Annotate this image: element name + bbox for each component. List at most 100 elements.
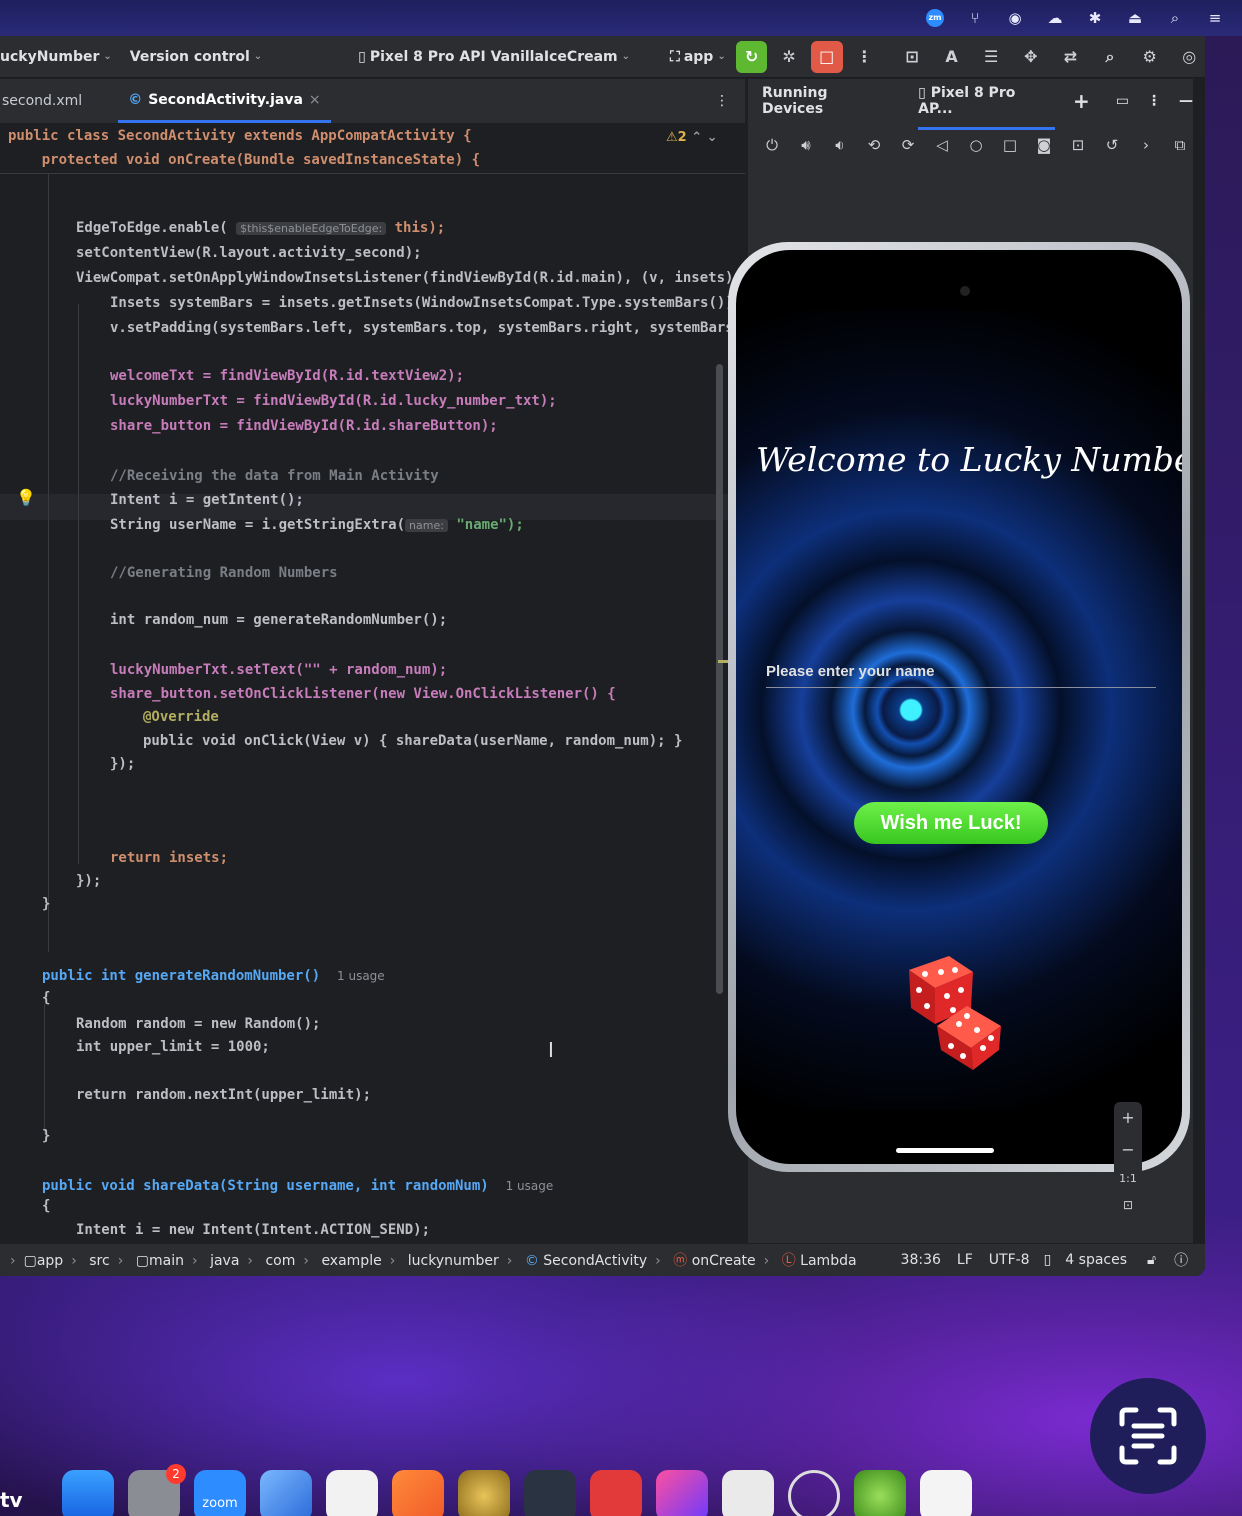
device-manager-button[interactable]: ⊡ — [896, 41, 928, 73]
app-icon[interactable] — [854, 1470, 906, 1516]
device-selector[interactable]: ▯ Pixel 8 Pro API VanillaIceCream ⌄ — [358, 49, 630, 65]
breadcrumb-item[interactable]: app — [37, 1253, 63, 1269]
warning-indicator[interactable]: ⚠2 ⌃ ⌄ — [666, 130, 718, 145]
intellij-icon[interactable] — [656, 1470, 708, 1516]
app-screen[interactable]: Welcome to Lucky Number! Wish me Luck! — [736, 250, 1182, 1164]
zoom-in-button[interactable]: + — [1121, 1108, 1134, 1127]
rerun-button[interactable]: ↻ — [735, 40, 768, 73]
breadcrumb-item[interactable]: SecondActivity — [543, 1253, 647, 1269]
app-icon[interactable] — [920, 1470, 972, 1516]
breadcrumb-item[interactable]: onCreate — [692, 1253, 756, 1269]
zoom-out-button[interactable]: − — [1121, 1140, 1134, 1159]
fit-screen-icon[interactable]: ⊡ — [1123, 1198, 1133, 1212]
account-button[interactable]: ◎ — [1173, 41, 1205, 73]
structure-button[interactable]: ☰ — [975, 41, 1007, 73]
vertical-scrollbar[interactable] — [716, 364, 723, 994]
chevron-up-icon[interactable]: ⌃ — [691, 130, 702, 145]
zoom-icon[interactable]: zm — [926, 9, 944, 27]
record-screen-icon[interactable]: ⊡ — [1068, 136, 1088, 154]
back-icon[interactable]: ◁ — [932, 136, 952, 154]
breadcrumb-item[interactable]: src — [89, 1253, 109, 1269]
app-store-icon[interactable] — [62, 1470, 114, 1516]
info-icon[interactable]: ⓘ — [1174, 1250, 1188, 1270]
sync-button[interactable]: ⇄ — [1055, 41, 1087, 73]
lock-icon[interactable]: 🔓︎ — [1147, 1252, 1156, 1268]
cursor-position[interactable]: 38:36 — [901, 1252, 941, 1268]
rotate-left-icon[interactable]: ⟲ — [864, 136, 884, 154]
record-icon[interactable]: ◉ — [1006, 9, 1024, 27]
volume-up-icon[interactable]: 🔊︎ — [796, 136, 816, 154]
volume-down-icon[interactable]: 🔉︎ — [830, 136, 850, 154]
preview-icon[interactable] — [722, 1470, 774, 1516]
breadcrumb-item[interactable]: Lambda — [800, 1253, 856, 1269]
cloud-icon[interactable]: ☁ — [1046, 9, 1064, 27]
project-selector[interactable]: uckyNumber ⌄ — [0, 49, 112, 65]
system-settings-icon[interactable]: 2 — [128, 1464, 186, 1516]
code-line: v.setPadding(systemBars.left, systemBars… — [110, 320, 734, 336]
add-device-icon[interactable]: + — [1073, 89, 1090, 113]
eject-icon[interactable]: ⏏ — [1126, 9, 1144, 27]
indent-guide — [78, 304, 79, 864]
screenshot-icon[interactable]: ◙ — [1034, 136, 1054, 154]
name-input[interactable] — [766, 656, 1156, 688]
overview-icon[interactable]: □ — [1000, 136, 1020, 154]
camera-icon — [960, 286, 970, 296]
minimize-icon[interactable]: — — [1179, 93, 1193, 109]
home-icon[interactable]: ○ — [966, 136, 986, 154]
code-line: }); — [76, 873, 102, 889]
book-icon[interactable]: ▯ — [1044, 1252, 1052, 1268]
reset-icon[interactable]: ↺ — [1102, 136, 1122, 154]
zoom-actual-button[interactable]: 1:1 — [1119, 1172, 1137, 1185]
rotate-right-icon[interactable]: ⟳ — [898, 136, 918, 154]
breadcrumb-item[interactable]: com — [265, 1253, 295, 1269]
zoom-app-icon[interactable]: zoom — [194, 1470, 246, 1516]
settings-button[interactable]: ⚙ — [1134, 41, 1166, 73]
more-button[interactable]: ⋮ — [849, 41, 881, 73]
status-bar: › ▢app › src › ▢main › java › com › example › l… — [0, 1244, 1205, 1276]
debug-button[interactable]: ✲ — [773, 41, 805, 73]
close-icon[interactable]: × — [309, 92, 321, 108]
wow-icon[interactable] — [458, 1470, 510, 1516]
bluetooth-off-icon[interactable]: ✱ — [1086, 9, 1104, 27]
window-icon[interactable]: ▭ — [1116, 93, 1129, 109]
search-button[interactable]: ⌕ — [1094, 41, 1126, 73]
plugins-button[interactable]: ✥ — [1015, 41, 1047, 73]
power-icon[interactable]: ⏻ — [762, 136, 782, 154]
run-config-selector[interactable]: ⛶ app ⌄ — [670, 49, 726, 65]
more-vertical-icon[interactable]: ⋮ — [715, 93, 729, 109]
stop-button[interactable]: □ — [810, 40, 843, 73]
apple-tv-app[interactable]: tv — [0, 1470, 30, 1516]
breadcrumb-item[interactable]: example — [321, 1253, 381, 1269]
mirror-icon[interactable]: ⧉ — [1170, 136, 1190, 154]
zoom-controls: + − 1:1 ⊡ — [1114, 1102, 1142, 1218]
vcs-menu[interactable]: Version control ⌄ — [130, 49, 262, 65]
app-icon[interactable] — [788, 1470, 840, 1516]
chevron-down-icon[interactable]: ⌄ — [707, 130, 718, 145]
swift-icon[interactable] — [392, 1470, 444, 1516]
breadcrumb-item[interactable]: luckynumber — [408, 1253, 499, 1269]
tab-second-activity[interactable]: © SecondActivity.java × — [118, 79, 331, 123]
joystick-icon[interactable] — [524, 1470, 576, 1516]
fork-icon[interactable]: ⑂ — [966, 9, 984, 27]
notification-badge: 2 — [166, 1464, 186, 1484]
textedit-icon[interactable] — [326, 1470, 378, 1516]
wish-luck-button[interactable]: Wish me Luck! — [854, 802, 1048, 844]
chevron-right-icon[interactable]: › — [1136, 136, 1156, 154]
tab-second-xml[interactable]: second.xml — [0, 79, 92, 123]
code-editor[interactable]: 💡 EdgeToEdge.enable( $this$enableEdgeToE… — [0, 124, 745, 1242]
breadcrumb-item[interactable]: main — [149, 1253, 184, 1269]
tab-device[interactable]: ▯ Pixel 8 Pro AP... — [918, 73, 1055, 130]
app-icon[interactable] — [590, 1470, 642, 1516]
breadcrumb-item[interactable]: java — [210, 1253, 239, 1269]
file-encoding[interactable]: UTF-8 — [989, 1252, 1030, 1268]
lambda-icon: Ⓛ — [781, 1253, 796, 1269]
translate-button[interactable]: A — [936, 41, 968, 73]
line-separator[interactable]: LF — [957, 1252, 973, 1268]
xcode-icon[interactable] — [260, 1470, 312, 1516]
indent-setting[interactable]: 4 spaces — [1065, 1252, 1127, 1268]
code-line: return insets; — [110, 850, 229, 866]
more-vertical-icon[interactable]: ⋮ — [1147, 93, 1161, 109]
control-center-icon[interactable]: ≡ — [1206, 9, 1224, 27]
home-indicator[interactable] — [896, 1148, 994, 1153]
search-icon[interactable]: ⌕ — [1166, 9, 1184, 27]
